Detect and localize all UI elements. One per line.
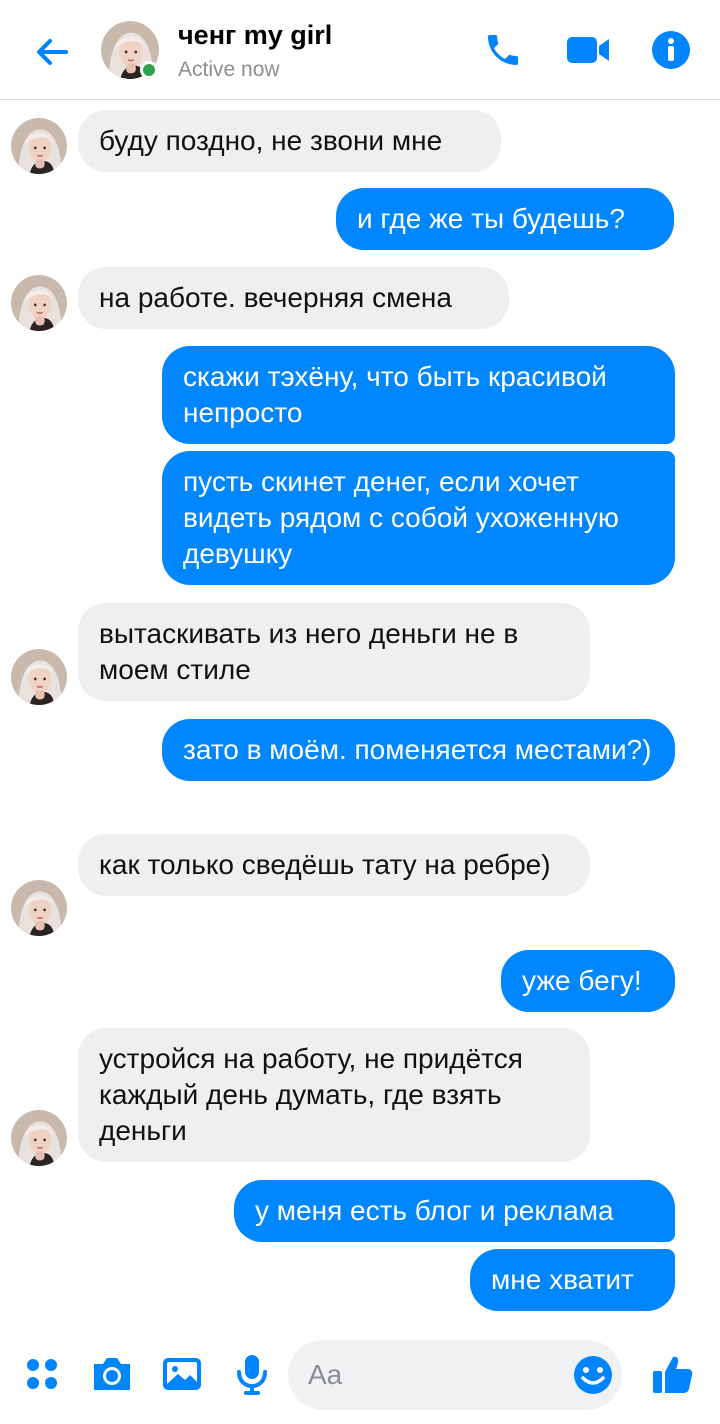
more-actions-button[interactable] (18, 1350, 66, 1398)
back-arrow-icon (37, 39, 68, 65)
message-bubble-outgoing[interactable]: мне хватит (470, 1249, 675, 1311)
emoji-button[interactable] (572, 1354, 614, 1396)
info-icon (652, 31, 690, 69)
video-call-button[interactable] (563, 26, 613, 74)
gallery-icon (163, 1358, 201, 1390)
message-input-container[interactable] (288, 1340, 622, 1410)
message-bubble-outgoing[interactable]: скажи тэхёну, что быть красивой непросто (162, 346, 675, 444)
info-button[interactable] (646, 26, 696, 74)
message-bubble-outgoing[interactable]: зато в моём. поменяется местами?) (162, 719, 675, 781)
message-bubble-outgoing[interactable]: и где же ты будешь? (336, 188, 674, 250)
emoji-icon (574, 1356, 612, 1394)
voice-message-button[interactable] (228, 1350, 276, 1398)
video-camera-icon (567, 37, 609, 63)
message-bubble-incoming[interactable]: как только сведёшь тату на ребре) (78, 834, 590, 896)
sender-avatar[interactable] (11, 275, 67, 331)
sender-avatar[interactable] (11, 649, 67, 705)
contact-status: Active now (178, 58, 280, 81)
sender-avatar[interactable] (11, 118, 67, 174)
thumbs-up-icon (653, 1356, 693, 1393)
message-input[interactable] (308, 1340, 558, 1410)
online-status-dot (140, 61, 158, 79)
chat-header: ченг my girl Active now (0, 0, 720, 100)
like-button[interactable] (648, 1350, 696, 1398)
phone-icon (488, 35, 518, 65)
message-bubble-incoming[interactable]: буду поздно, не звони мне (78, 110, 501, 172)
message-bubble-outgoing[interactable]: уже бегу! (501, 950, 675, 1012)
contact-name[interactable]: ченг my girl (178, 20, 332, 51)
gallery-button[interactable] (158, 1350, 206, 1398)
sender-avatar[interactable] (11, 880, 67, 936)
microphone-icon (237, 1355, 267, 1395)
message-bubble-outgoing[interactable]: у меня есть блог и реклама (234, 1180, 675, 1242)
apps-grid-icon (27, 1359, 57, 1389)
message-bubble-outgoing[interactable]: пусть скинет денег, если хочет видеть ря… (162, 451, 675, 585)
back-button[interactable] (28, 28, 76, 76)
camera-button[interactable] (88, 1350, 136, 1398)
call-button[interactable] (478, 26, 528, 74)
message-bubble-incoming[interactable]: устройся на работу, не придётся каждый д… (78, 1028, 590, 1162)
sender-avatar[interactable] (11, 1110, 67, 1166)
message-bubble-incoming[interactable]: вытаскивать из него деньги не в моем сти… (78, 603, 590, 701)
camera-icon (94, 1358, 130, 1390)
message-bubble-incoming[interactable]: на работе. вечерняя смена (78, 267, 509, 329)
